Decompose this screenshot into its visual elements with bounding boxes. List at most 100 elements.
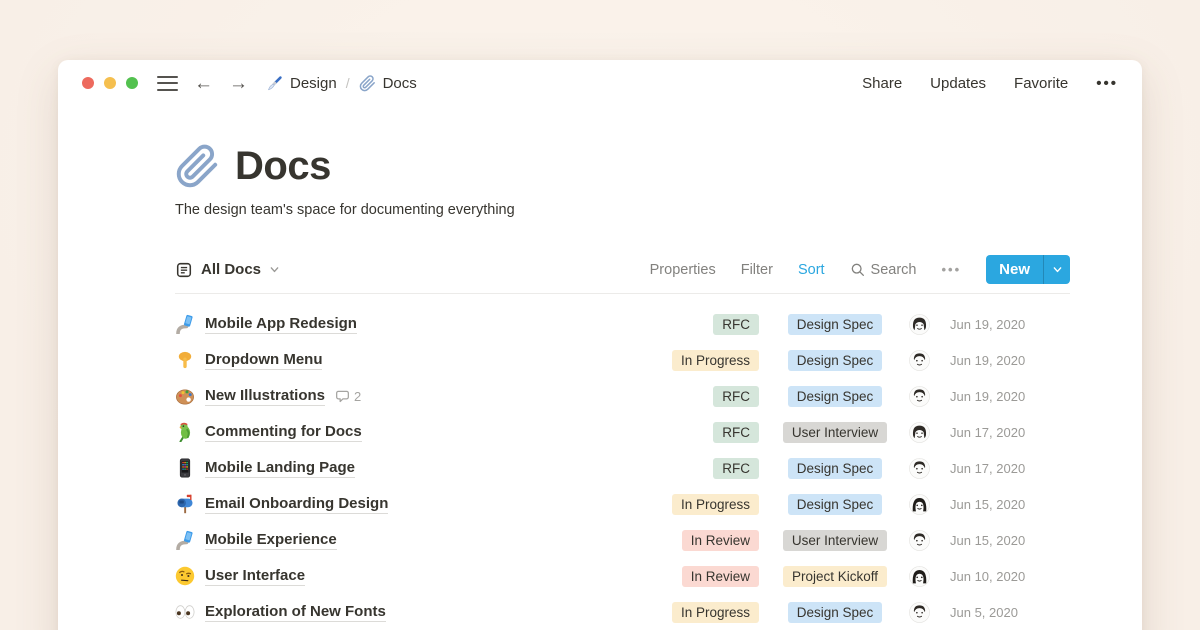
new-button-dropdown[interactable] xyxy=(1044,255,1070,284)
avatar[interactable] xyxy=(909,530,930,551)
doc-title[interactable]: Mobile Landing Page xyxy=(205,459,355,478)
doc-title[interactable]: Email Onboarding Design xyxy=(205,495,388,514)
raised-eyebrow-icon xyxy=(175,566,195,586)
type-tag[interactable]: Project Kickoff xyxy=(783,566,887,587)
breadcrumb-label: Design xyxy=(290,75,337,92)
eyes-icon xyxy=(175,602,195,622)
status-tag[interactable]: In Review xyxy=(682,566,759,587)
type-tag[interactable]: User Interview xyxy=(783,422,887,443)
doc-title[interactable]: Mobile Experience xyxy=(205,531,337,550)
edited-date[interactable]: Jun 19, 2020 xyxy=(950,389,1070,404)
properties-button[interactable]: Properties xyxy=(650,262,716,278)
share-button[interactable]: Share xyxy=(862,75,902,92)
page-title[interactable]: Docs xyxy=(235,144,331,189)
status-tag[interactable]: In Progress xyxy=(672,350,759,371)
paperclip-icon xyxy=(175,144,220,189)
more-menu-button[interactable]: ••• xyxy=(1096,75,1118,92)
table-row[interactable]: Exploration of New Fonts In Progress Des… xyxy=(175,594,1070,630)
app-window: ← → Design / Docs Share Updates Favorite… xyxy=(58,60,1142,630)
view-toolbar: All Docs Properties Filter Sort Search •… xyxy=(175,255,1070,294)
paintbrush-icon xyxy=(266,75,283,92)
table-row[interactable]: Mobile App Redesign RFC Design Spec Jun … xyxy=(175,306,1070,342)
chevron-down-icon xyxy=(1052,264,1063,275)
selfie-icon xyxy=(175,530,195,550)
minimize-window-button[interactable] xyxy=(104,77,116,89)
type-tag[interactable]: Design Spec xyxy=(788,350,883,371)
avatar[interactable] xyxy=(909,494,930,515)
doc-title[interactable]: User Interface xyxy=(205,567,305,586)
avatar[interactable] xyxy=(909,566,930,587)
status-tag[interactable]: In Progress xyxy=(672,602,759,623)
doc-title[interactable]: Dropdown Menu xyxy=(205,351,322,370)
doc-title[interactable]: Mobile App Redesign xyxy=(205,315,357,334)
table-row[interactable]: Mobile Experience In Review User Intervi… xyxy=(175,522,1070,558)
avatar[interactable] xyxy=(909,458,930,479)
parrot-icon xyxy=(175,422,195,442)
type-tag[interactable]: Design Spec xyxy=(788,314,883,335)
table-row[interactable]: User Interface In Review Project Kickoff… xyxy=(175,558,1070,594)
mailbox-icon xyxy=(175,494,195,514)
status-tag[interactable]: RFC xyxy=(713,314,759,335)
sort-button[interactable]: Sort xyxy=(798,262,825,278)
new-button-label[interactable]: New xyxy=(986,255,1043,284)
selfie-icon xyxy=(175,314,195,334)
comment-count[interactable]: 2 xyxy=(335,389,361,404)
edited-date[interactable]: Jun 15, 2020 xyxy=(950,533,1070,548)
table-row[interactable]: New Illustrations 2 RFC Design Spec Jun … xyxy=(175,378,1070,414)
table-row[interactable]: Mobile Landing Page RFC Design Spec Jun … xyxy=(175,450,1070,486)
search-button[interactable]: Search xyxy=(850,262,917,278)
table-row[interactable]: Email Onboarding Design In Progress Desi… xyxy=(175,486,1070,522)
edited-date[interactable]: Jun 5, 2020 xyxy=(950,605,1070,620)
toolbar-more-button[interactable]: ••• xyxy=(942,262,962,277)
pointing-down-icon xyxy=(175,350,195,370)
type-tag[interactable]: Design Spec xyxy=(788,458,883,479)
avatar[interactable] xyxy=(909,350,930,371)
status-tag[interactable]: RFC xyxy=(713,458,759,479)
new-button[interactable]: New xyxy=(986,255,1070,284)
status-tag[interactable]: RFC xyxy=(713,386,759,407)
breadcrumb: Design / Docs xyxy=(266,75,417,92)
forward-arrow-icon[interactable]: → xyxy=(229,74,248,93)
doc-title[interactable]: Commenting for Docs xyxy=(205,423,362,442)
back-arrow-icon[interactable]: ← xyxy=(194,74,213,93)
search-label: Search xyxy=(871,262,917,278)
docs-view-icon xyxy=(175,261,193,279)
doc-title[interactable]: Exploration of New Fonts xyxy=(205,603,386,622)
docs-table: Mobile App Redesign RFC Design Spec Jun … xyxy=(175,306,1070,630)
breadcrumb-item-design[interactable]: Design xyxy=(266,75,337,92)
breadcrumb-label: Docs xyxy=(383,75,417,92)
type-tag[interactable]: Design Spec xyxy=(788,494,883,515)
chevron-down-icon xyxy=(269,264,280,275)
table-row[interactable]: Dropdown Menu In Progress Design Spec Ju… xyxy=(175,342,1070,378)
view-switcher[interactable]: All Docs xyxy=(175,261,280,279)
filter-button[interactable]: Filter xyxy=(741,262,773,278)
avatar[interactable] xyxy=(909,602,930,623)
edited-date[interactable]: Jun 19, 2020 xyxy=(950,317,1070,332)
view-name: All Docs xyxy=(201,261,261,278)
edited-date[interactable]: Jun 17, 2020 xyxy=(950,425,1070,440)
edited-date[interactable]: Jun 15, 2020 xyxy=(950,497,1070,512)
breadcrumb-item-docs[interactable]: Docs xyxy=(359,75,417,92)
type-tag[interactable]: Design Spec xyxy=(788,602,883,623)
favorite-button[interactable]: Favorite xyxy=(1014,75,1068,92)
comment-icon xyxy=(335,389,350,404)
edited-date[interactable]: Jun 10, 2020 xyxy=(950,569,1070,584)
table-row[interactable]: Commenting for Docs RFC User Interview J… xyxy=(175,414,1070,450)
status-tag[interactable]: RFC xyxy=(713,422,759,443)
updates-button[interactable]: Updates xyxy=(930,75,986,92)
type-tag[interactable]: User Interview xyxy=(783,530,887,551)
page-subtitle[interactable]: The design team's space for documenting … xyxy=(175,202,1070,218)
sidebar-menu-icon[interactable] xyxy=(157,76,178,91)
doc-title[interactable]: New Illustrations xyxy=(205,387,325,406)
edited-date[interactable]: Jun 17, 2020 xyxy=(950,461,1070,476)
edited-date[interactable]: Jun 19, 2020 xyxy=(950,353,1070,368)
type-tag[interactable]: Design Spec xyxy=(788,386,883,407)
avatar[interactable] xyxy=(909,386,930,407)
status-tag[interactable]: In Progress xyxy=(672,494,759,515)
close-window-button[interactable] xyxy=(82,77,94,89)
zoom-window-button[interactable] xyxy=(126,77,138,89)
avatar[interactable] xyxy=(909,422,930,443)
avatar[interactable] xyxy=(909,314,930,335)
mobile-phone-icon xyxy=(175,458,195,478)
status-tag[interactable]: In Review xyxy=(682,530,759,551)
